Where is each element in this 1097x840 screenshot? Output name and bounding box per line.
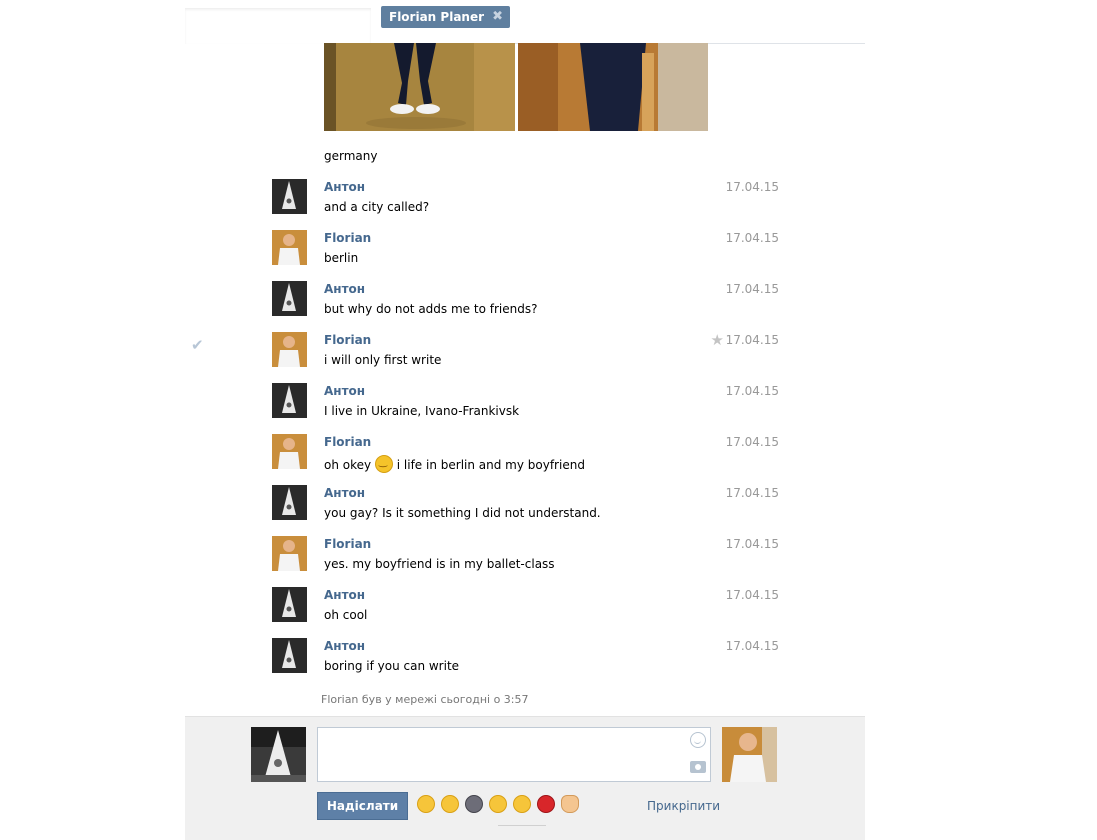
star-icon[interactable]: ★ (711, 331, 724, 349)
message-date[interactable]: 17.04.15 (726, 486, 779, 500)
send-button[interactable]: Надіслати (317, 792, 408, 820)
message-date[interactable]: 17.04.15 (726, 333, 779, 347)
message-author[interactable]: Антон (324, 639, 365, 653)
tab-label: Florian Planer (389, 10, 485, 24)
message-text: berlin (324, 251, 359, 265)
message-text: but why do not adds me to friends? (324, 302, 538, 316)
rolling-eyes-emoji-icon[interactable] (417, 795, 435, 813)
message-author[interactable]: Florian (324, 333, 371, 347)
message-author[interactable]: Антон (324, 180, 365, 194)
message-row[interactable]: Florian berlin 17.04.15 (185, 228, 865, 279)
message-text: yes. my boyfriend is in my ballet-class (324, 557, 555, 571)
message-date[interactable]: 17.04.15 (726, 180, 779, 194)
message-input[interactable] (318, 728, 686, 781)
message-input-box[interactable] (317, 727, 711, 782)
message-author[interactable]: Антон (324, 588, 365, 602)
message-author[interactable]: Антон (324, 282, 365, 296)
compose-area: Надіслати Прикріпити (185, 716, 865, 840)
message-text: i will only first write (324, 353, 442, 367)
message-text: boring if you can write (324, 659, 460, 673)
hand-emoji-icon[interactable] (561, 795, 579, 813)
avatar[interactable] (272, 587, 307, 622)
top-bar: Florian Planer ✖ (185, 0, 865, 44)
message-date[interactable]: 17.04.15 (726, 588, 779, 602)
message-row[interactable]: Антон but why do not adds me to friends?… (185, 279, 865, 330)
peer-avatar[interactable] (722, 727, 777, 782)
message-text: and a city called? (324, 200, 430, 214)
message-date[interactable]: 17.04.15 (726, 537, 779, 551)
message-author[interactable]: Florian (324, 435, 371, 449)
message-date[interactable]: 17.04.15 (726, 384, 779, 398)
message-row[interactable]: Florian yes. my boyfriend is in my balle… (185, 534, 865, 585)
message-text: oh okey i life in berlin and my boyfrien… (324, 455, 585, 473)
smile-icon[interactable] (690, 732, 706, 748)
message-text: oh cool (324, 608, 368, 622)
message-row[interactable]: ✔ Florian i will only first write ★ 17.0… (185, 330, 865, 381)
message-row[interactable]: Антон and a city called? 17.04.15 (185, 177, 865, 228)
close-icon[interactable]: ✖ (492, 6, 503, 28)
grimace-emoji-icon[interactable] (513, 795, 531, 813)
avatar[interactable] (272, 332, 307, 367)
avatar[interactable] (272, 230, 307, 265)
message-author[interactable]: Антон (324, 384, 365, 398)
message-text: I live in Ukraine, Ivano-Frankivsk (324, 404, 520, 418)
avatar[interactable] (272, 485, 307, 520)
message-date[interactable]: 17.04.15 (726, 282, 779, 296)
message-row[interactable]: Антон boring if you can write 17.04.15 (185, 636, 865, 687)
emoji-quick-bar (417, 795, 585, 815)
kiss-emoji-icon[interactable] (489, 795, 507, 813)
attached-photo-2[interactable] (518, 43, 708, 131)
attached-photo-1[interactable] (324, 43, 515, 131)
confused-emoji-icon[interactable] (441, 795, 459, 813)
tab-florian-planer[interactable]: Florian Planer ✖ (381, 6, 511, 28)
avatar[interactable] (272, 383, 307, 418)
attach-link[interactable]: Прикріпити (647, 799, 720, 813)
chat-window: Florian Planer ✖ germany Антон and a cit… (185, 0, 865, 840)
avatar[interactable] (272, 638, 307, 673)
18-plus-emoji-icon[interactable] (537, 795, 555, 813)
message-text: you gay? Is it something I did not under… (324, 506, 601, 520)
message-date[interactable]: 17.04.15 (726, 435, 779, 449)
search-box-area[interactable] (185, 8, 371, 44)
avatar[interactable] (272, 179, 307, 214)
avatar[interactable] (272, 434, 307, 469)
message-author[interactable]: Florian (324, 537, 371, 551)
dark-face-emoji-icon[interactable] (465, 795, 483, 813)
message-row[interactable]: Florian oh okey i life in berlin and my … (185, 432, 865, 483)
checkmark-icon[interactable]: ✔ (191, 336, 204, 354)
message-text-part: i life in berlin and my boyfriend (396, 458, 585, 472)
message-row[interactable]: Антон oh cool 17.04.15 (185, 585, 865, 636)
message-row[interactable]: Антон I live in Ukraine, Ivano-Frankivsk… (185, 381, 865, 432)
message-text: germany (324, 149, 378, 163)
camera-icon[interactable] (690, 761, 706, 773)
message-author[interactable]: Florian (324, 231, 371, 245)
smile-emoji-icon (374, 455, 393, 473)
divider (498, 825, 546, 826)
online-status: Florian був у мережі сьогодні о 3:57 (321, 693, 529, 706)
message-row[interactable]: Антон you gay? Is it something I did not… (185, 483, 865, 534)
avatar[interactable] (272, 281, 307, 316)
message-text-part: oh okey (324, 458, 372, 472)
message-author[interactable]: Антон (324, 486, 365, 500)
message-date[interactable]: 17.04.15 (726, 231, 779, 245)
my-avatar[interactable] (251, 727, 306, 782)
avatar[interactable] (272, 536, 307, 571)
message-date[interactable]: 17.04.15 (726, 639, 779, 653)
